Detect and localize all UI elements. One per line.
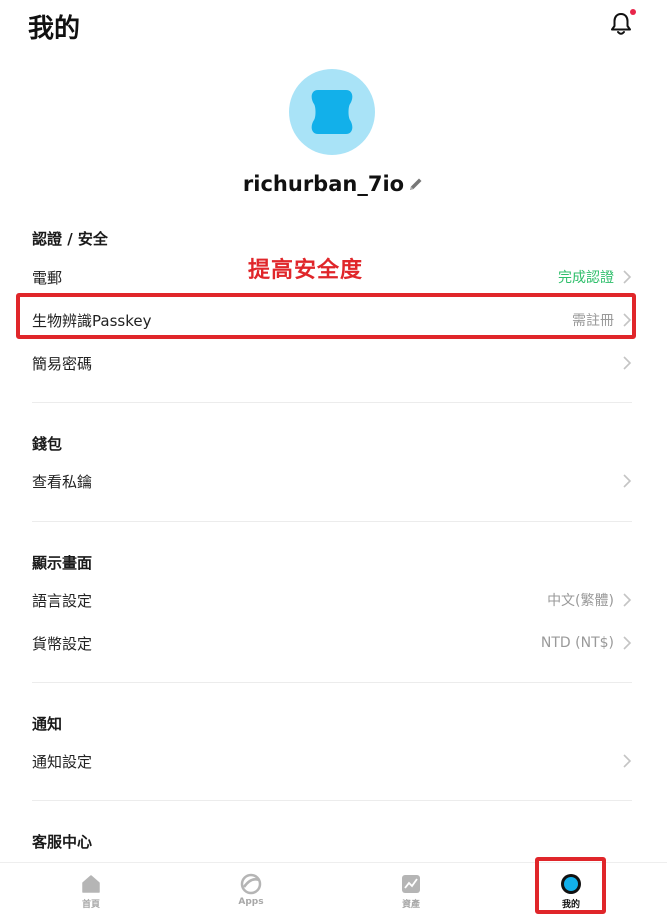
notification-dot: [630, 9, 636, 15]
language-value: 中文(繁體): [547, 593, 614, 609]
nav-home[interactable]: 首頁: [61, 873, 121, 910]
chevron-right-icon: [623, 270, 632, 284]
row-view-private-key[interactable]: 查看私鑰: [32, 466, 632, 496]
chevron-right-icon: [623, 754, 632, 768]
chevron-right-icon: [623, 474, 632, 488]
nav-apps[interactable]: Apps: [221, 873, 281, 907]
divider: [32, 402, 632, 403]
row-label: 通知設定: [32, 752, 93, 771]
section-title-security: 認證 / 安全: [32, 230, 108, 248]
nav-assets[interactable]: 資產: [381, 873, 441, 910]
row-label: 簡易密碼: [32, 354, 93, 373]
section-title-display: 顯示畫面: [32, 554, 93, 572]
notifications-button[interactable]: [607, 9, 637, 40]
home-icon: [82, 875, 100, 893]
username: richurban_7io: [242, 172, 405, 196]
chevron-right-icon: [623, 356, 632, 370]
avatar-logo-icon: [311, 90, 353, 134]
nav-label: 資產: [401, 900, 420, 910]
nav-label: Apps: [238, 897, 264, 907]
row-simple-password[interactable]: 簡易密碼: [32, 348, 632, 378]
chevron-right-icon: [623, 636, 632, 650]
row-notification-settings[interactable]: 通知設定: [32, 746, 632, 776]
annotation-nav-highlight-box: [535, 857, 606, 914]
apps-icon: [240, 873, 262, 895]
row-label: 貨幣設定: [32, 634, 93, 653]
divider: [32, 682, 632, 683]
assets-chart-icon: [402, 875, 420, 893]
profile-page: 我的 richurban_7io 認證 / 安全 提高安全度 電郵 完成認證 生…: [0, 0, 667, 917]
row-label: 查看私鑰: [32, 472, 93, 491]
row-language[interactable]: 語言設定 中文(繁體): [32, 585, 632, 615]
section-title-notify: 通知: [32, 715, 63, 733]
page-title: 我的: [28, 14, 81, 44]
section-title-support[interactable]: 客服中心: [32, 831, 92, 852]
row-label: 電郵: [32, 268, 63, 287]
currency-value: NTD (NT$): [540, 635, 614, 651]
row-label: 語言設定: [32, 591, 93, 610]
annotation-highlight-box: [16, 293, 636, 339]
divider: [32, 521, 632, 522]
chevron-right-icon: [623, 593, 632, 607]
edit-pencil-icon[interactable]: [408, 176, 424, 192]
divider: [32, 800, 632, 801]
row-email[interactable]: 電郵 完成認證: [32, 262, 632, 292]
nav-label: 首頁: [81, 900, 100, 910]
row-currency[interactable]: 貨幣設定 NTD (NT$): [32, 628, 632, 658]
email-status: 完成認證: [558, 270, 614, 286]
avatar[interactable]: [289, 69, 375, 155]
section-title-wallet: 錢包: [32, 435, 63, 453]
